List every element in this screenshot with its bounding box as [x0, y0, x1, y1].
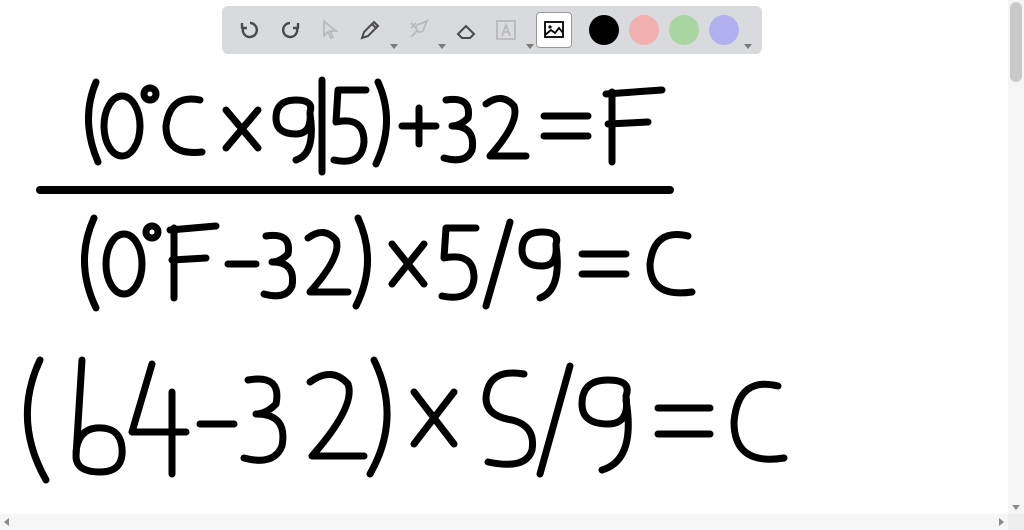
image-icon — [542, 18, 566, 42]
tools-icon — [406, 18, 430, 42]
undo-icon — [238, 18, 262, 42]
toolbar — [222, 6, 762, 54]
tools-options-toggle[interactable] — [438, 44, 444, 50]
eraser-icon — [454, 18, 478, 42]
redo-button[interactable] — [272, 12, 308, 48]
color-swatch-black[interactable] — [589, 15, 619, 45]
horizontal-scrollbar[interactable] — [0, 514, 1008, 530]
vertical-scrollbar-thumb[interactable] — [1010, 2, 1022, 82]
text-tool-button[interactable] — [488, 12, 524, 48]
image-tool-button[interactable] — [536, 12, 572, 48]
color-swatch-green[interactable] — [669, 15, 699, 45]
redo-icon — [278, 18, 302, 42]
color-options-toggle[interactable] — [744, 44, 750, 50]
pointer-icon — [318, 18, 342, 42]
pointer-tool-button[interactable] — [312, 12, 348, 48]
vertical-scrollbar[interactable] — [1008, 0, 1024, 514]
color-swatch-pink[interactable] — [629, 15, 659, 45]
scroll-left-icon — [4, 518, 9, 526]
scrollbar-corner — [1008, 514, 1024, 530]
color-swatch-purple[interactable] — [709, 15, 739, 45]
pencil-options-toggle[interactable] — [390, 44, 396, 50]
scroll-right-icon — [999, 518, 1004, 526]
tools-button[interactable] — [400, 12, 436, 48]
pencil-tool-button[interactable] — [352, 12, 388, 48]
eraser-tool-button[interactable] — [448, 12, 484, 48]
pencil-icon — [358, 18, 382, 42]
undo-button[interactable] — [232, 12, 268, 48]
text-icon — [494, 18, 518, 42]
text-options-toggle[interactable] — [526, 44, 532, 50]
handwriting-layer: (0°C × 9/5) + 32 = F (0°F − 32) × 5/9 = … — [0, 60, 1008, 514]
scroll-down-icon — [1012, 505, 1020, 510]
